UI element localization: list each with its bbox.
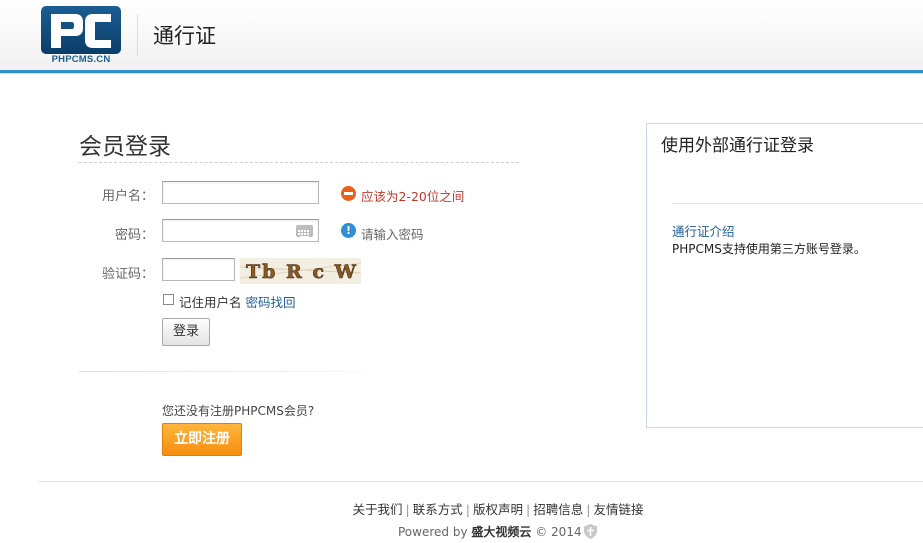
external-login-divider <box>672 203 923 204</box>
shield-icon <box>584 524 597 539</box>
captcha-text: Tb R c W <box>246 261 358 283</box>
register-divider <box>79 371 389 372</box>
login-title-divider <box>79 162 519 163</box>
footer-separator: | <box>465 502 470 517</box>
error-icon <box>341 186 356 201</box>
footer-divider <box>38 481 923 482</box>
captcha-noise: Tb R c W <box>239 261 362 283</box>
header-accent-shadow <box>0 73 923 74</box>
register-button[interactable]: 立即注册 <box>162 423 242 456</box>
password-hint-message: 请输入密码 <box>361 227 424 242</box>
keyboard-icon[interactable] <box>296 225 313 238</box>
username-input[interactable] <box>162 181 319 204</box>
username-error-message: 应该为2-20位之间 <box>361 189 465 204</box>
login-button[interactable]: 登录 <box>162 318 210 346</box>
footer-link-copyright[interactable]: 版权声明 <box>473 502 523 517</box>
info-icon: ! <box>341 223 356 238</box>
site-header <box>0 0 923 70</box>
login-title: 会员登录 <box>79 134 171 160</box>
captcha-image[interactable]: Tb R c W <box>239 258 362 284</box>
external-login-panel <box>646 123 923 428</box>
captcha-input[interactable] <box>162 258 235 281</box>
header-separator <box>137 14 138 56</box>
phpcms-logo[interactable] <box>41 6 121 54</box>
pc-logo-icon <box>51 14 111 48</box>
powered-by-prefix: Powered by <box>398 525 468 539</box>
username-label: 用户名： <box>101 189 154 204</box>
footer-link-about[interactable]: 关于我们 <box>353 502 403 517</box>
remember-username-checkbox[interactable] <box>163 294 174 305</box>
external-login-description: PHPCMS支持使用第三方账号登录。 <box>672 242 866 256</box>
copyright-text: © 2014 <box>535 525 582 539</box>
page-title: 通行证 <box>153 24 216 48</box>
footer-separator: | <box>526 502 531 517</box>
external-login-title: 使用外部通行证登录 <box>661 136 814 156</box>
password-label: 密码： <box>114 228 154 243</box>
passport-intro-link[interactable]: 通行证介绍 <box>672 221 735 240</box>
footer-link-friends[interactable]: 友情链接 <box>593 502 643 517</box>
register-prompt: 您还没有注册PHPCMS会员? <box>162 404 315 418</box>
remember-username-label[interactable]: 记住用户名 <box>179 295 242 310</box>
powered-by-brand[interactable]: 盛大视频云 <box>471 525 531 539</box>
footer-separator: | <box>405 502 410 517</box>
footer-link-contact[interactable]: 联系方式 <box>413 502 463 517</box>
powered-by: Powered by 盛大视频云 © 2014 <box>398 523 582 540</box>
footer-link-jobs[interactable]: 招聘信息 <box>533 502 583 517</box>
forgot-password-link[interactable]: 密码找回 <box>246 295 296 310</box>
keyboard-keys-icon <box>298 230 309 238</box>
footer-links: 关于我们 | 联系方式 | 版权声明 | 招聘信息 | 友情链接 <box>0 499 923 518</box>
logo-text: PHPCMS.CN <box>51 54 111 65</box>
footer-separator: | <box>586 502 591 517</box>
captcha-label: 验证码： <box>101 267 154 282</box>
